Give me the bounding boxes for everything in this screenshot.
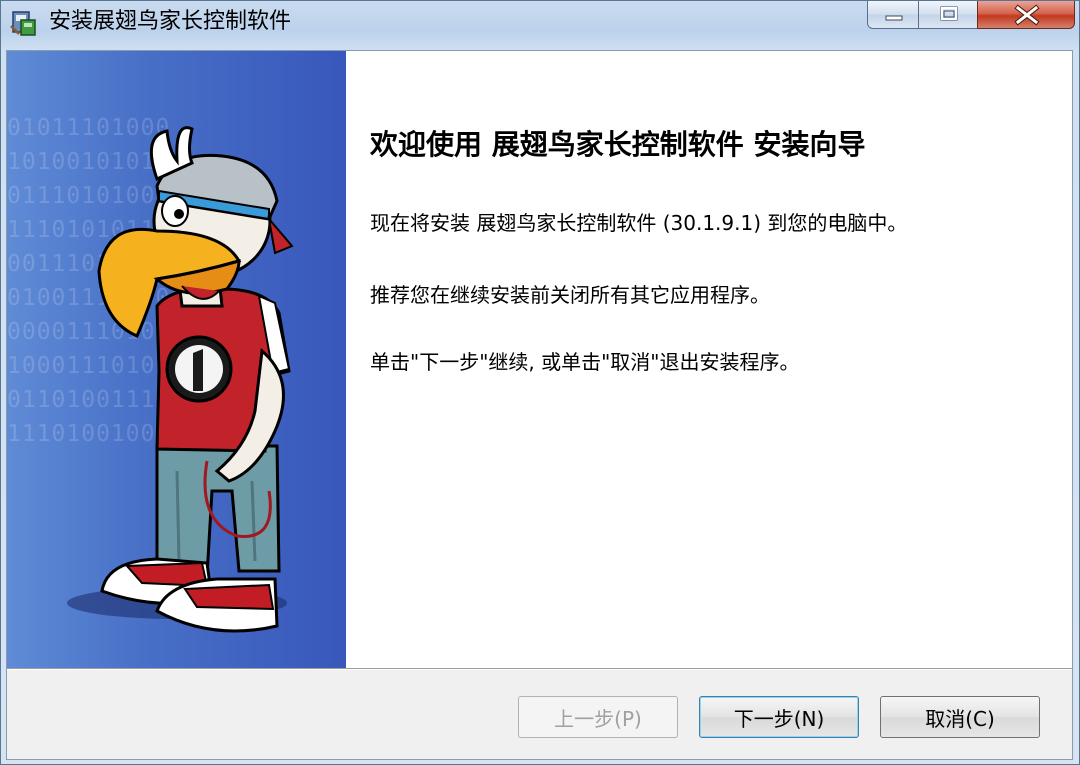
close-apps-recommendation-text: 推荐您在继续安装前关闭所有其它应用程序。 (370, 283, 770, 307)
welcome-heading: 欢迎使用 展翅鸟家长控制软件 安装向导 (370, 128, 866, 161)
window-title: 安装展翅鸟家长控制软件 (49, 9, 292, 34)
close-icon (1014, 4, 1040, 26)
maximize-icon (940, 6, 958, 21)
title-bar[interactable]: 安装展翅鸟家长控制软件 (1, 1, 1079, 45)
back-button[interactable]: 上一步(P) (518, 696, 678, 738)
welcome-side-panel: 01011101000 10100101011 01110101001 1110… (7, 51, 346, 668)
next-button[interactable]: 下一步(N) (699, 696, 859, 738)
install-target-text: 现在将安装 展翅鸟家长控制软件 (30.1.9.1) 到您的电脑中。 (370, 211, 908, 235)
eagle-mascot-illustration (67, 126, 294, 633)
minimize-button[interactable] (867, 1, 919, 29)
installer-app-icon (10, 11, 36, 36)
welcome-content-panel: 欢迎使用 展翅鸟家长控制软件 安装向导 现在将安装 展翅鸟家长控制软件 (30.… (346, 51, 1072, 668)
maximize-button[interactable] (918, 1, 978, 29)
wizard-client-area: 01011101000 10100101011 01110101001 1110… (6, 50, 1073, 760)
installer-window: 安装展翅鸟家长控制软件 01011101000 10100101011 0111… (0, 0, 1080, 765)
close-button[interactable] (977, 1, 1075, 29)
cancel-button[interactable]: 取消(C) (880, 696, 1040, 738)
continue-instructions-text: 单击"下一步"继续, 或单击"取消"退出安装程序。 (370, 350, 800, 374)
button-area-separator (7, 668, 1072, 670)
minimize-icon (885, 15, 903, 21)
